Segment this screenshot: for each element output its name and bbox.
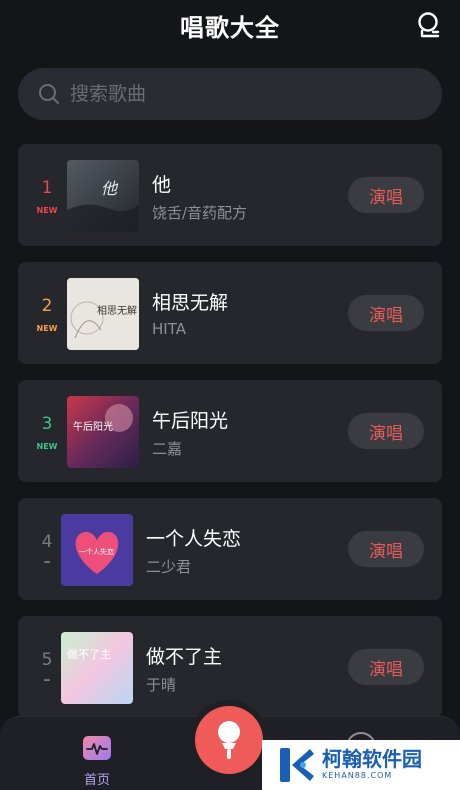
album-art: 他 (67, 160, 139, 232)
album-cover: 午后阳光 (67, 396, 139, 468)
song-artist: 二嘉 (152, 440, 183, 458)
album-art: 相思无解 (67, 278, 139, 350)
song-artist: 饶舌/音药配方 (152, 204, 248, 222)
record-mic-button[interactable] (195, 706, 263, 774)
song-title: 做不了主 (146, 646, 223, 668)
home-waveform-icon (83, 736, 111, 760)
song-card[interactable]: 3 NEW 午后阳光 午后阳光 二嘉 演唱 (18, 380, 442, 482)
page-title: 唱歌大全 (180, 14, 280, 42)
album-cover: 做不了主 (61, 632, 133, 704)
song-title: 相思无解 (152, 292, 229, 314)
sing-button[interactable]: 演唱 (348, 649, 424, 685)
album-title-text: 他 (101, 179, 119, 198)
microphone-icon (218, 721, 240, 759)
sing-button[interactable]: 演唱 (348, 413, 424, 449)
album-art: 做不了主 (61, 632, 133, 704)
watermark: 柯翰软件园 KEHAN88.COM (262, 740, 460, 790)
album-title-text: 一个人失恋 (79, 547, 114, 556)
song-card[interactable]: 4 – 一个人失恋 一个人失恋 二少君 演唱 (18, 498, 442, 600)
album-art: 一个人失恋 (61, 514, 133, 586)
app-screen: 唱歌大全 1 NEW 他 (0, 0, 460, 790)
rank-number: 3 (41, 414, 53, 434)
album-cover: 他 (67, 160, 139, 232)
sing-button[interactable]: 演唱 (348, 531, 424, 567)
song-card[interactable]: 1 NEW 他 他 饶舌/音药配方 演唱 (18, 144, 442, 246)
song-artist: HITA (152, 320, 186, 338)
search-icon (39, 84, 59, 104)
header: 唱歌大全 (0, 0, 460, 52)
watermark-name: 柯翰软件园 (322, 747, 422, 771)
album-title-text: 相思无解 (97, 304, 137, 317)
song-card[interactable]: 5 – 做不了主 做不了主 于晴 演唱 (18, 616, 442, 718)
song-card[interactable]: 2 NEW 相思无解 相思无解 HITA 演唱 (18, 262, 442, 364)
album-art: 午后阳光 (67, 396, 139, 468)
rank-number: 2 (41, 296, 53, 316)
watermark-domain: KEHAN88.COM (322, 771, 393, 780)
album-cover: 相思无解 (67, 278, 139, 350)
sing-button[interactable]: 演唱 (348, 295, 424, 331)
album-cover: 一个人失恋 (61, 514, 133, 586)
new-badge: NEW (36, 442, 58, 451)
new-badge: NEW (36, 324, 58, 333)
song-artist: 于晴 (146, 676, 177, 694)
album-title-text: 午后阳光 (73, 420, 113, 433)
user-icon (418, 12, 440, 38)
search-input[interactable] (70, 83, 410, 105)
song-list: 1 NEW 他 他 饶舌/音药配方 演唱 2 NEW 相思无解 相思无解 HIT… (18, 144, 442, 734)
new-badge: NEW (36, 206, 58, 215)
sing-button[interactable]: 演唱 (348, 177, 424, 213)
nav-home-label: 首页 (83, 773, 110, 788)
watermark-logo (280, 748, 314, 782)
album-title-text: 做不了主 (67, 647, 111, 661)
search-bar[interactable] (18, 68, 442, 120)
song-title: 午后阳光 (152, 410, 229, 432)
song-title: 他 (152, 174, 172, 196)
user-profile-button[interactable] (414, 10, 444, 40)
song-title: 一个人失恋 (146, 528, 242, 550)
nav-home-tab[interactable]: 首页 (80, 735, 114, 788)
song-artist: 二少君 (146, 558, 192, 576)
rank-number: 1 (41, 178, 53, 198)
